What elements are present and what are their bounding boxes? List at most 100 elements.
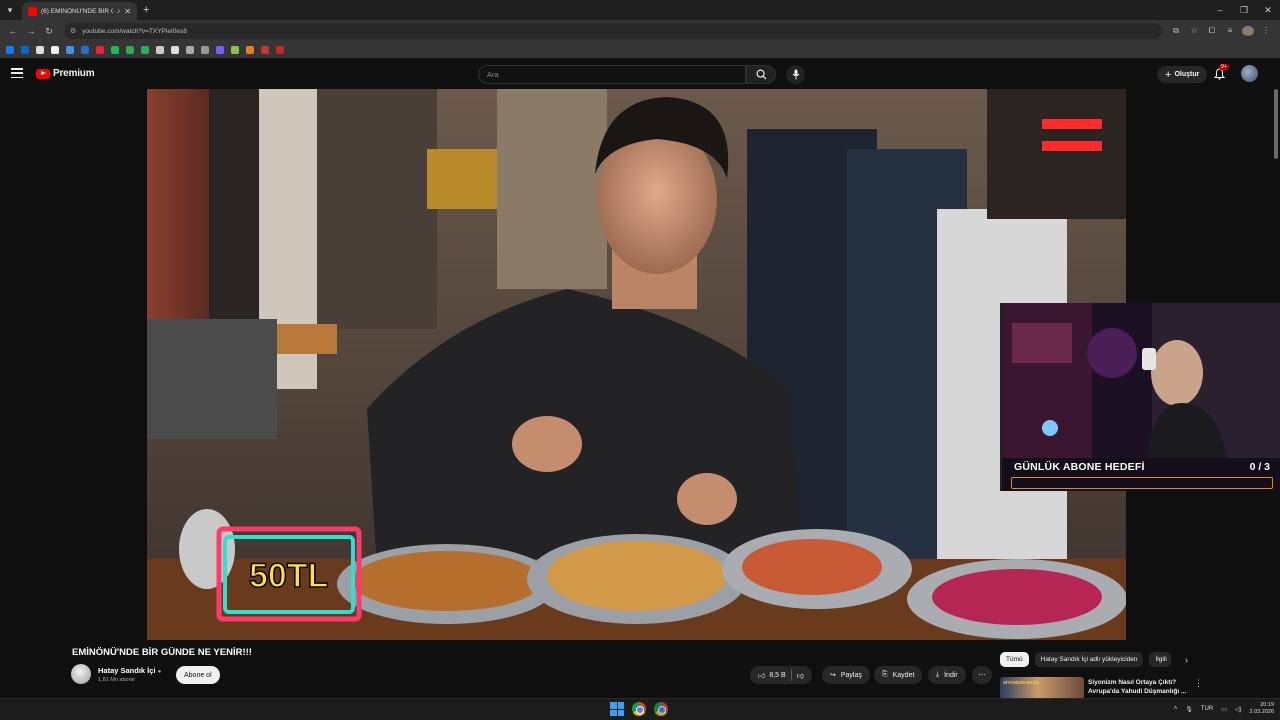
recommended-thumbnail-text: SİYONİZM NASIL <box>1003 680 1040 685</box>
bookmark-icon[interactable] <box>216 46 224 54</box>
notifications-button[interactable]: 9+ <box>1213 64 1229 85</box>
bookmark-youtube-icon[interactable] <box>96 46 104 54</box>
search-input[interactable]: Ara <box>478 65 746 84</box>
extensions-icon[interactable]: ⧠ <box>1206 26 1218 36</box>
page-scrollbar[interactable] <box>1274 89 1278 159</box>
bookmark-icon[interactable] <box>171 46 179 54</box>
tray-expand-icon[interactable]: ˄ <box>1174 706 1178 712</box>
chip-uploader[interactable]: Hatay Sandık İçi adlı yükleyiciden <box>1034 652 1144 667</box>
bookmark-icon[interactable] <box>66 46 74 54</box>
microphone-tray-icon[interactable]: 🎙︎ <box>1185 706 1193 713</box>
video-title: EMİNÖNÜ'NDE BİR GÜNDE NE YENİR!!! <box>72 647 252 658</box>
voice-search-button[interactable] <box>786 65 805 84</box>
clock[interactable]: 20:19 2.03.2026 <box>1250 702 1274 716</box>
clock-date: 2.03.2026 <box>1249 709 1274 715</box>
like-button[interactable]: 👍︎ 8,5 B <box>758 671 786 680</box>
dislike-button[interactable]: 👎︎ <box>797 671 804 680</box>
search-button[interactable] <box>746 65 776 84</box>
bookmark-icon[interactable] <box>111 46 119 54</box>
video-player[interactable]: 50TL <box>147 89 1126 640</box>
premium-label: Premium <box>53 68 95 79</box>
create-button[interactable]: + Oluştur <box>1157 66 1208 83</box>
restore-button[interactable]: ❐ <box>1232 0 1256 20</box>
chip-all[interactable]: Tümü <box>1000 652 1029 667</box>
window-controls: – ❐ ✕ <box>1208 0 1280 20</box>
search-icon <box>756 69 767 80</box>
verified-icon: ● <box>157 669 162 675</box>
bookmark-icon[interactable] <box>231 46 239 54</box>
youtube-header: Premium Ara + Oluştur 9+ <box>0 58 1280 90</box>
share-button[interactable]: ↪ Paylaş <box>822 666 870 684</box>
subscriber-goal-label: GÜNLÜK ABONE HEDEFİ <box>1014 461 1145 473</box>
new-tab-button[interactable]: + <box>143 4 149 16</box>
bookmarks-bar <box>0 42 1280 58</box>
bookmark-icon[interactable] <box>141 46 149 54</box>
bookmark-facebook-icon[interactable] <box>6 46 14 54</box>
webcam-overlay: GÜNLÜK ABONE HEDEFİ 0 / 3 <box>1000 303 1280 491</box>
recommended-thumbnail[interactable]: SİYONİZM NASIL <box>1000 677 1084 699</box>
close-window-button[interactable]: ✕ <box>1256 0 1280 20</box>
profile-avatar[interactable] <box>1242 26 1254 36</box>
menu-icon[interactable] <box>11 68 23 78</box>
site-info-icon[interactable]: ⚙ <box>70 27 76 35</box>
chevron-right-icon[interactable]: › <box>1185 655 1188 665</box>
youtube-play-icon <box>36 68 50 79</box>
bookmark-icon[interactable] <box>246 46 254 54</box>
bookmark-icon[interactable] <box>126 46 134 54</box>
download-button[interactable]: ⤓ İndir <box>928 666 966 684</box>
bookmark-icon[interactable] <box>261 46 269 54</box>
recommended-more-icon[interactable]: ⋮ <box>1194 678 1203 689</box>
app-taskbar-icon[interactable] <box>654 702 668 716</box>
forward-button[interactable]: → <box>22 26 40 36</box>
microphone-icon <box>792 69 799 80</box>
like-count: 8,5 B <box>769 671 786 679</box>
chip-related[interactable]: İlgili <box>1149 652 1172 667</box>
media-icon[interactable]: ≡ <box>1224 26 1236 36</box>
chrome-taskbar-icon[interactable] <box>632 702 646 716</box>
save-button[interactable]: ⎘ Kaydet <box>874 666 923 684</box>
back-button[interactable]: ← <box>4 26 22 36</box>
install-icon[interactable]: ⧉ <box>1170 26 1182 36</box>
clock-time: 20:19 <box>1260 702 1274 708</box>
youtube-favicon-icon <box>28 6 37 16</box>
tab-audio-icon[interactable]: ♪ <box>117 8 121 15</box>
bookmark-x-icon[interactable] <box>36 46 44 54</box>
bookmark-linkedin-icon[interactable] <box>21 46 29 54</box>
recommended-title[interactable]: Siyonizm Nasıl Ortaya Çıktı? Avrupa'da Y… <box>1088 678 1188 696</box>
tab-search-icon[interactable]: ▾ <box>0 0 20 20</box>
bookmark-icon[interactable] <box>51 46 59 54</box>
minimize-button[interactable]: – <box>1208 0 1232 20</box>
bookmark-icon[interactable] <box>276 46 284 54</box>
channel-name[interactable]: Hatay Sandık İçi ● <box>98 666 161 675</box>
thumbs-up-icon: 👍︎ <box>758 672 766 680</box>
menu-dots-icon[interactable]: ⋮ <box>1260 26 1272 36</box>
related-filter-chips: Tümü Hatay Sandık İçi adlı yükleyiciden … <box>1000 652 1172 667</box>
like-dislike-group: 👍︎ 8,5 B 👎︎ <box>750 666 812 684</box>
subscribe-button[interactable]: Abone ol <box>176 666 220 684</box>
bookmark-icon[interactable] <box>156 46 164 54</box>
youtube-logo[interactable]: Premium <box>36 68 95 79</box>
reload-button[interactable]: ↻ <box>40 26 58 37</box>
address-bar[interactable]: ⚙ youtube.com/watch?v=TXYPieI0es8 <box>64 23 1162 39</box>
bookmark-icon[interactable] <box>186 46 194 54</box>
os-taskbar: ˄ 🎙︎ TUR ▭ ◁) 20:19 2.03.2026 <box>0 698 1280 720</box>
notification-badge: 9+ <box>1219 64 1229 70</box>
language-indicator[interactable]: TUR <box>1201 706 1213 712</box>
volume-icon[interactable]: ◁) <box>1235 706 1242 713</box>
channel-avatar[interactable] <box>71 664 91 684</box>
thumbs-down-icon: 👎︎ <box>796 672 804 680</box>
create-label: Oluştur <box>1174 71 1200 78</box>
system-tray: ˄ 🎙︎ TUR ▭ ◁) 20:19 2.03.2026 <box>1174 702 1274 716</box>
bookmark-icon[interactable] <box>81 46 89 54</box>
more-actions-button[interactable]: ⋯ <box>972 666 992 684</box>
save-label: Kaydet <box>892 671 915 679</box>
windows-start-icon[interactable] <box>610 702 624 716</box>
browser-tab[interactable]: (6) EMİNÖNÜ'NDE BİR GÜNDE NE YENİR!!! ♪ … <box>22 2 137 20</box>
url-text: youtube.com/watch?v=TXYPieI0es8 <box>82 27 187 35</box>
tab-close-icon[interactable]: ✕ <box>124 7 131 16</box>
bookmark-icon[interactable] <box>201 46 209 54</box>
network-icon[interactable]: ▭ <box>1221 706 1227 713</box>
account-avatar[interactable] <box>1241 65 1258 82</box>
taskbar-apps <box>610 702 668 716</box>
bookmark-star-icon[interactable]: ☆ <box>1188 26 1200 36</box>
